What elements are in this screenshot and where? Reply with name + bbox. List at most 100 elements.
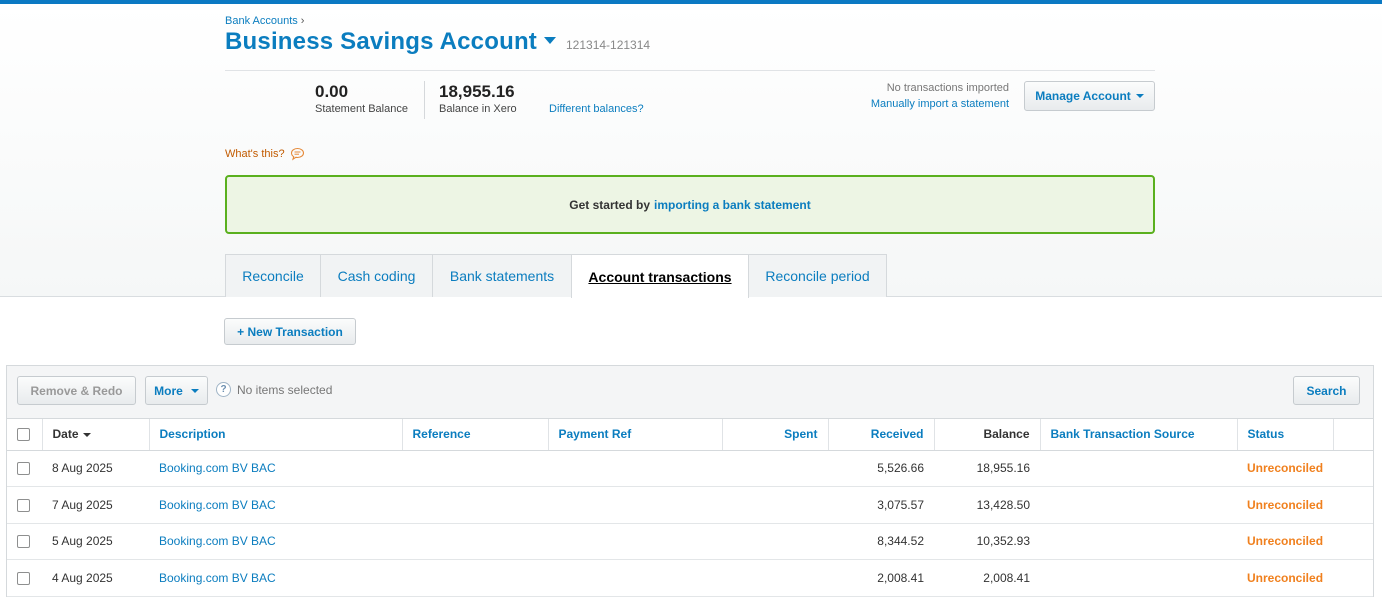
xero-balance: 18,955.16 Balance in Xero <box>439 82 517 115</box>
get-started-banner: Get started by importing a bank statemen… <box>225 175 1155 234</box>
xero-balance-value: 18,955.16 <box>439 82 515 101</box>
row-payment-ref <box>548 486 722 524</box>
caret-down-icon <box>190 388 199 393</box>
manage-account-label: Manage Account <box>1035 89 1131 103</box>
row-source <box>1040 559 1237 597</box>
row-received: 2,008.41 <box>828 559 934 597</box>
row-spacer <box>1333 523 1373 560</box>
row-payment-ref <box>548 523 722 560</box>
help-icon[interactable]: ? <box>216 382 231 397</box>
row-reference <box>402 486 548 524</box>
row-checkbox[interactable] <box>17 571 30 585</box>
account-tabs: Reconcile Cash coding Bank statements Ac… <box>225 254 887 298</box>
column-payment-ref[interactable]: Payment Ref <box>548 419 723 451</box>
row-select-cell <box>7 486 42 524</box>
get-started-text: Get started by <box>569 197 650 212</box>
more-label: More <box>154 383 183 398</box>
tab-reconcile[interactable]: Reconcile <box>225 254 321 297</box>
table-row[interactable]: 5 Aug 2025 Booking.com BV BAC 8,344.52 1… <box>7 523 1373 560</box>
caret-down-icon <box>1135 94 1144 98</box>
remove-redo-button[interactable]: Remove & Redo <box>17 376 136 405</box>
row-reference <box>402 523 548 560</box>
row-description: Booking.com BV BAC <box>149 523 402 560</box>
row-date: 4 Aug 2025 <box>42 559 149 597</box>
row-description-link[interactable]: Booking.com BV BAC <box>159 571 276 585</box>
row-checkbox[interactable] <box>17 498 30 512</box>
table-row[interactable]: 4 Aug 2025 Booking.com BV BAC 2,008.41 2… <box>7 559 1373 597</box>
row-received: 5,526.66 <box>828 450 934 487</box>
row-date: 8 Aug 2025 <box>42 450 149 487</box>
tab-bank-statements[interactable]: Bank statements <box>432 254 572 297</box>
statement-balance-value: 0.00 <box>315 82 349 101</box>
import-statement-link[interactable]: importing a bank statement <box>654 198 811 212</box>
row-description-link[interactable]: Booking.com BV BAC <box>159 461 276 475</box>
account-number: 121314-121314 <box>566 38 651 52</box>
row-balance: 13,428.50 <box>934 486 1040 524</box>
caret-down-icon[interactable] <box>544 37 556 44</box>
row-received: 3,075.57 <box>828 486 934 524</box>
new-transaction-button[interactable]: + New Transaction <box>224 318 356 345</box>
transactions-toolbar: Remove & Redo More ? No items selected S… <box>7 366 1373 419</box>
row-date: 7 Aug 2025 <box>42 486 149 524</box>
breadcrumb-separator: › <box>300 15 305 27</box>
row-spent <box>722 559 828 597</box>
table-header-row: Date Description Reference Payment Ref S… <box>7 419 1373 451</box>
import-status: No transactions imported Manually import… <box>871 82 1009 110</box>
xero-balance-label: Balance in Xero <box>439 103 517 115</box>
row-spacer <box>1333 486 1373 524</box>
row-description: Booking.com BV BAC <box>149 559 402 597</box>
account-title: Business Savings Account 121314-121314 <box>225 28 650 56</box>
row-source <box>1040 486 1237 524</box>
column-reference[interactable]: Reference <box>402 419 549 451</box>
row-select-cell <box>7 450 42 487</box>
selection-text: No items selected <box>237 382 333 397</box>
more-button[interactable]: More <box>145 376 208 405</box>
column-spacer <box>1333 419 1373 451</box>
row-status: Unreconciled <box>1237 523 1334 560</box>
column-spent[interactable]: Spent <box>722 419 829 451</box>
row-reference <box>402 450 548 487</box>
row-payment-ref <box>548 450 722 487</box>
whats-this-help[interactable]: What's this? <box>225 147 305 161</box>
tab-account-transactions[interactable]: Account transactions <box>571 254 749 298</box>
row-description: Booking.com BV BAC <box>149 450 402 487</box>
divider <box>225 70 1155 71</box>
manage-account-button[interactable]: Manage Account <box>1024 81 1155 111</box>
row-description: Booking.com BV BAC <box>149 486 402 524</box>
whats-this-label: What's this? <box>225 148 285 160</box>
account-name-dropdown[interactable]: Business Savings Account <box>225 28 537 56</box>
speech-bubble-icon <box>290 147 304 161</box>
table-row[interactable]: 8 Aug 2025 Booking.com BV BAC 5,526.66 1… <box>7 450 1373 487</box>
different-balances-link[interactable]: Different balances? <box>549 103 644 115</box>
row-status: Unreconciled <box>1237 559 1334 597</box>
row-source <box>1040 523 1237 560</box>
statement-balance-label: Statement Balance <box>315 103 408 115</box>
row-payment-ref <box>548 559 722 597</box>
row-checkbox[interactable] <box>17 535 30 549</box>
table-row[interactable]: 7 Aug 2025 Booking.com BV BAC 3,075.57 1… <box>7 486 1373 524</box>
breadcrumb-bank-accounts[interactable]: Bank Accounts <box>225 15 298 27</box>
row-checkbox[interactable] <box>17 462 30 476</box>
row-balance: 18,955.16 <box>934 450 1040 487</box>
balance-divider <box>424 81 425 119</box>
column-bank-transaction-source[interactable]: Bank Transaction Source <box>1040 419 1238 451</box>
column-date[interactable]: Date <box>42 419 150 451</box>
transactions-table: Date Description Reference Payment Ref S… <box>7 419 1373 597</box>
column-status[interactable]: Status <box>1237 419 1334 451</box>
row-balance: 10,352.93 <box>934 523 1040 560</box>
tab-reconcile-period[interactable]: Reconcile period <box>748 254 887 297</box>
column-received[interactable]: Received <box>828 419 935 451</box>
select-all-cell <box>7 419 43 451</box>
row-spent <box>722 450 828 487</box>
column-date-label: Date <box>52 427 79 442</box>
row-description-link[interactable]: Booking.com BV BAC <box>159 498 276 512</box>
row-spacer <box>1333 450 1373 487</box>
search-button[interactable]: Search <box>1293 376 1360 405</box>
column-description[interactable]: Description <box>149 419 403 451</box>
row-description-link[interactable]: Booking.com BV BAC <box>159 534 276 548</box>
manual-import-link[interactable]: Manually import a statement <box>871 98 1009 110</box>
tab-cash-coding[interactable]: Cash coding <box>320 254 433 297</box>
select-all-checkbox[interactable] <box>17 428 30 442</box>
breadcrumb: Bank Accounts › <box>225 15 304 27</box>
row-spacer <box>1333 559 1373 597</box>
